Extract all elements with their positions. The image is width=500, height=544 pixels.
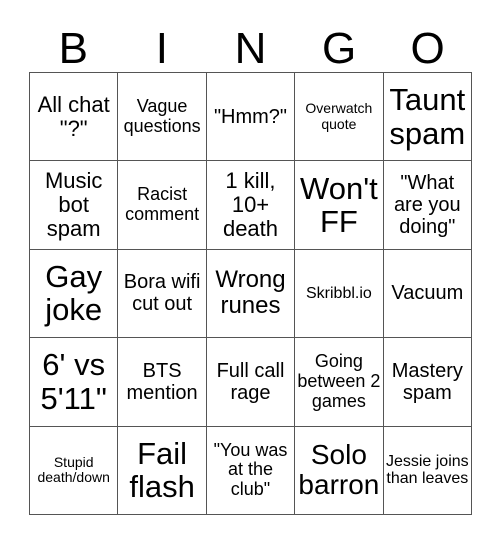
bingo-cell[interactable]: Racist comment: [118, 161, 207, 250]
bingo-cell[interactable]: Stupid death/down: [30, 426, 119, 515]
bingo-cell[interactable]: Vague questions: [118, 73, 207, 162]
bingo-cell[interactable]: Fail flash: [118, 426, 207, 515]
bingo-grid: All chat "?" Vague questions "Hmm?" Over…: [29, 72, 472, 515]
header-letter-n: N: [234, 24, 267, 73]
bingo-cell[interactable]: Skribbl.io: [295, 249, 384, 339]
header-letter-g: G: [321, 24, 357, 73]
bingo-cell[interactable]: "You was at the club": [206, 426, 296, 515]
header-letter-b: B: [58, 24, 88, 73]
bingo-cell[interactable]: "Hmm?": [206, 73, 296, 162]
bingo-cell[interactable]: Solo barron: [295, 426, 384, 515]
bingo-cell[interactable]: BTS mention: [118, 338, 207, 427]
bingo-cell[interactable]: "What are you doing": [383, 161, 472, 250]
bingo-cell[interactable]: Full call rage: [206, 338, 296, 427]
bingo-cell[interactable]: Going between 2 games: [295, 338, 384, 427]
bingo-cell[interactable]: Wrong runes: [206, 249, 296, 339]
bingo-cell[interactable]: Jessie joins than leaves: [383, 426, 472, 515]
bingo-cell[interactable]: Taunt spam: [383, 73, 472, 162]
bingo-cell[interactable]: Music bot spam: [30, 161, 119, 250]
bingo-cell[interactable]: Bora wifi cut out: [118, 249, 207, 339]
bingo-header: B I N G O: [29, 26, 472, 72]
header-letter-o: O: [410, 24, 445, 73]
bingo-cell[interactable]: Vacuum: [383, 249, 472, 339]
bingo-cell[interactable]: Mastery spam: [383, 338, 472, 427]
bingo-cell[interactable]: 6' vs 5'11": [30, 338, 119, 427]
bingo-cell[interactable]: Gay joke: [30, 249, 119, 339]
bingo-cell[interactable]: 1 kill, 10+ death: [206, 161, 296, 250]
header-letter-i: I: [155, 24, 168, 73]
bingo-cell[interactable]: Won't FF: [295, 161, 384, 250]
bingo-cell[interactable]: All chat "?": [30, 73, 119, 162]
bingo-cell[interactable]: Overwatch quote: [295, 73, 384, 162]
